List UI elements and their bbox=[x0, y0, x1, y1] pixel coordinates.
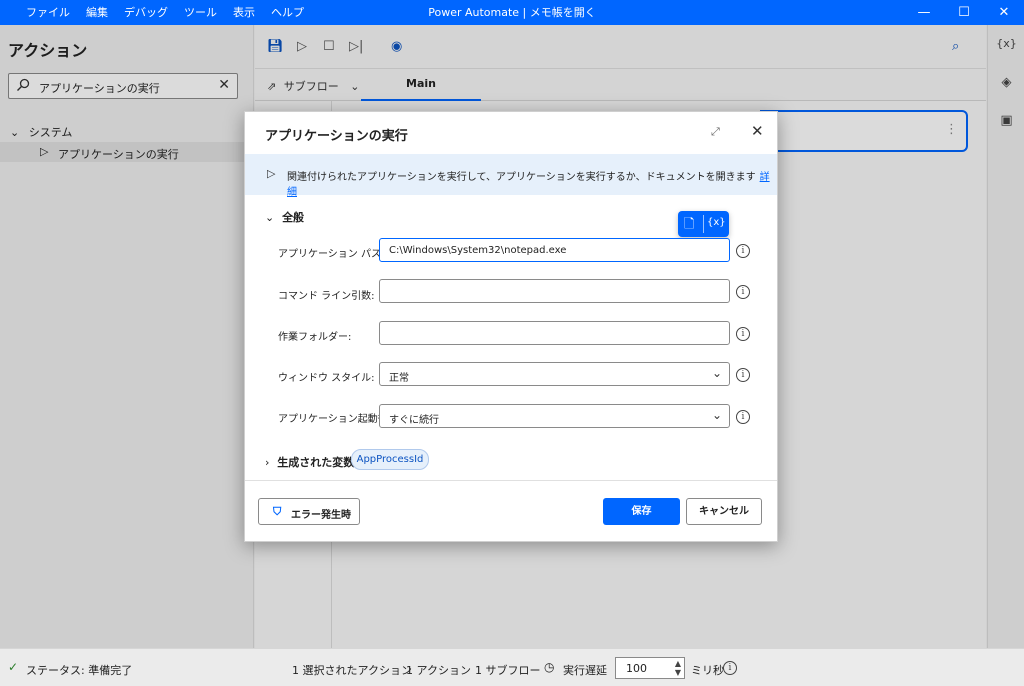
window-style-select[interactable]: 正常 ⌄ bbox=[379, 362, 730, 386]
title-bar: ファイル 編集 デバッグ ツール 表示 ヘルプ Power Automate |… bbox=[0, 0, 1024, 25]
chevron-down-icon: ⌄ bbox=[711, 366, 722, 380]
chevron-right-icon: › bbox=[265, 456, 270, 469]
value-picker: 🗋︎ {x} bbox=[678, 211, 729, 237]
delay-label: 実行遅延 bbox=[563, 664, 607, 677]
after-launch-info-icon[interactable]: i bbox=[736, 410, 750, 424]
app-path-value: C:\Windows\System32\notepad.exe bbox=[389, 245, 567, 256]
selected-actions-count: 1 選択されたアクション bbox=[292, 664, 412, 677]
info-icon[interactable]: i bbox=[723, 661, 737, 675]
app-path-input[interactable]: C:\Windows\System32\notepad.exe bbox=[379, 238, 730, 262]
info-text: 関連付けられたアプリケーションを実行して、アプリケーションを実行するか、ドキュメ… bbox=[287, 168, 777, 198]
cmd-args-label: コマンド ライン引数: bbox=[278, 291, 375, 302]
info-description: 関連付けられたアプリケーションを実行して、アプリケーションを実行するか、ドキュメ… bbox=[287, 172, 756, 183]
menu-help[interactable]: ヘルプ bbox=[263, 0, 312, 25]
subflow-count: 1 サブフロー bbox=[475, 664, 541, 677]
menu-debug[interactable]: デバッグ bbox=[116, 0, 176, 25]
dialog-title: アプリケーションの実行 bbox=[265, 129, 408, 144]
file-picker-icon[interactable]: 🗋︎ bbox=[684, 215, 694, 237]
status-bar: ✓ ステータス: 準備完了 1 選択されたアクション 1 アクション 1 サブフ… bbox=[0, 648, 1024, 686]
menu-file[interactable]: ファイル bbox=[18, 0, 78, 25]
delay-unit: ミリ秒 bbox=[691, 664, 724, 677]
shield-icon: ⛉ bbox=[273, 505, 282, 518]
chevron-down-icon: ⌄ bbox=[711, 408, 722, 422]
window-controls: — ☐ ✕ bbox=[904, 0, 1024, 25]
dialog-footer-divider bbox=[245, 480, 777, 481]
save-button[interactable]: 保存 bbox=[603, 498, 680, 525]
info-banner: ▷ 関連付けられたアプリケーションを実行して、アプリケーションを実行するか、ドキ… bbox=[245, 154, 777, 198]
work-folder-input[interactable] bbox=[379, 321, 730, 345]
run-application-dialog: アプリケーションの実行 ⤢ ✕ ▷ 関連付けられたアプリケーションを実行して、ア… bbox=[244, 111, 778, 542]
action-count: 1 アクション bbox=[406, 664, 471, 677]
delay-stepper[interactable]: 100 ▲ ▼ bbox=[615, 657, 685, 679]
generated-vars-toggle[interactable]: › 生成された変数 bbox=[265, 454, 354, 470]
generated-vars-label: 生成された変数 bbox=[277, 456, 355, 469]
cmd-args-input[interactable] bbox=[379, 279, 730, 303]
clock-icon: ◷ bbox=[544, 660, 555, 674]
work-folder-label: 作業フォルダー: bbox=[278, 332, 352, 343]
spinner-arrows-icon[interactable]: ▲ ▼ bbox=[675, 659, 681, 677]
window-style-info-icon[interactable]: i bbox=[736, 368, 750, 382]
on-error-button[interactable]: ⛉ エラー発生時 bbox=[258, 498, 360, 525]
minimize-button[interactable]: — bbox=[904, 0, 944, 25]
menu-bar: ファイル 編集 デバッグ ツール 表示 ヘルプ bbox=[18, 0, 312, 25]
work-folder-info-icon[interactable]: i bbox=[736, 327, 750, 341]
play-icon: ▷ bbox=[267, 167, 276, 180]
status-text: ステータス: 準備完了 bbox=[26, 664, 133, 677]
app-path-info-icon[interactable]: i bbox=[736, 244, 750, 258]
delay-value: 100 bbox=[626, 662, 647, 675]
app-path-label: アプリケーション パス: bbox=[278, 249, 385, 260]
cmd-args-info-icon[interactable]: i bbox=[736, 285, 750, 299]
on-error-label: エラー発生時 bbox=[291, 510, 351, 521]
after-launch-select[interactable]: すぐに続行 ⌄ bbox=[379, 404, 730, 428]
picker-divider bbox=[703, 215, 704, 233]
menu-view[interactable]: 表示 bbox=[225, 0, 263, 25]
menu-edit[interactable]: 編集 bbox=[78, 0, 116, 25]
maximize-button[interactable]: ☐ bbox=[944, 0, 984, 25]
chevron-down-icon: ⌄ bbox=[265, 211, 275, 224]
section-general[interactable]: ⌄ 全般 bbox=[265, 209, 304, 225]
window-style-value: 正常 bbox=[389, 373, 409, 384]
menu-tools[interactable]: ツール bbox=[176, 0, 225, 25]
close-window-button[interactable]: ✕ bbox=[984, 0, 1024, 25]
status-ok-icon: ✓ bbox=[8, 660, 19, 674]
window-style-label: ウィンドウ スタイル: bbox=[278, 373, 375, 384]
section-general-label: 全般 bbox=[282, 211, 305, 224]
variable-chip[interactable]: AppProcessId bbox=[351, 449, 429, 470]
after-launch-value: すぐに続行 bbox=[389, 415, 439, 426]
close-icon[interactable]: ✕ bbox=[751, 122, 764, 140]
expand-icon[interactable]: ⤢ bbox=[711, 125, 720, 139]
cancel-button[interactable]: キャンセル bbox=[686, 498, 762, 525]
variable-picker-icon[interactable]: {x} bbox=[707, 217, 726, 228]
after-launch-label: アプリケーション起動後: bbox=[278, 414, 392, 425]
